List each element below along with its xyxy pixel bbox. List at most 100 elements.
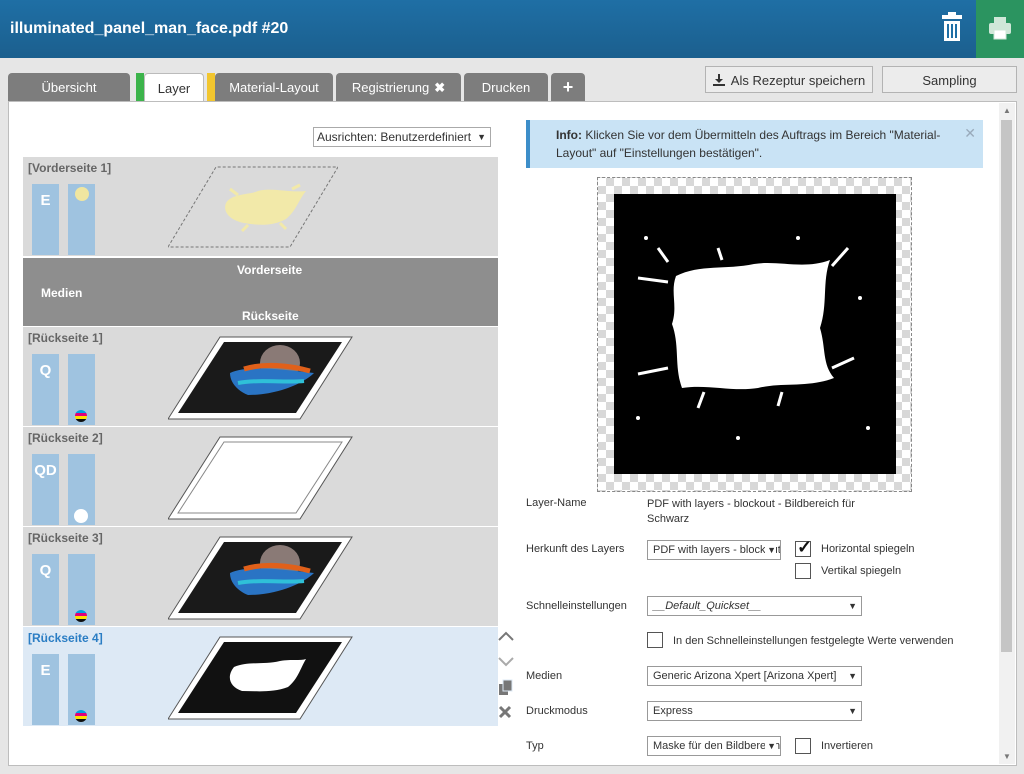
align-select[interactable]: Ausrichten: Benutzerdefiniert ▼	[313, 127, 491, 147]
ink-column	[68, 554, 95, 625]
download-icon	[712, 74, 725, 86]
print-mode-column: Q	[32, 554, 59, 625]
info-banner: Info: Klicken Sie vor dem Übermitteln de…	[526, 120, 983, 168]
media-back-label: Rückseite	[242, 309, 299, 323]
white-ink-dot-icon	[74, 509, 88, 523]
quickset-label: Schnelleinstellungen	[526, 600, 627, 612]
layer-row-front-1[interactable]: [Vorderseite 1] E	[23, 157, 498, 256]
layer-row-back-1[interactable]: [Rückseite 1] Q	[23, 327, 498, 426]
print-mode-column: E	[32, 184, 59, 255]
print-mode-label: Druckmodus	[526, 705, 588, 717]
close-icon[interactable]: ✖	[434, 80, 445, 95]
layer-row-back-2[interactable]: [Rückseite 2] QD	[23, 427, 498, 526]
layer-thumbnail	[168, 636, 353, 720]
layer-name-label: Layer-Name	[526, 497, 587, 509]
print-mode-code: QD	[34, 462, 57, 479]
layer-label: [Rückseite 1]	[28, 331, 103, 345]
info-title: Info:	[556, 128, 582, 142]
print-mode-code: Q	[39, 362, 52, 379]
layer-label: [Rückseite 2]	[28, 431, 103, 445]
mirror-vertical-label: Vertikal spiegeln	[821, 565, 902, 577]
print-mode-code: Q	[39, 562, 52, 579]
tab-print[interactable]: Drucken	[464, 73, 548, 102]
move-down-icon[interactable]	[497, 655, 517, 673]
print-mode-value: Express	[653, 705, 693, 717]
chevron-down-icon: ▼	[846, 667, 857, 685]
print-mode-code: E	[40, 192, 51, 209]
ink-column	[68, 354, 95, 425]
type-select[interactable]: Maske für den Bildbereich ▼	[647, 736, 781, 756]
layer-label: [Rückseite 4]	[28, 631, 103, 645]
printer-icon	[989, 17, 1011, 40]
print-mode-code: E	[40, 662, 51, 679]
media-separator: Vorderseite Medien Rückseite	[23, 258, 498, 326]
chevron-down-icon: ▼	[477, 132, 486, 142]
quickset-value: __Default_Quickset__	[653, 600, 762, 612]
save-recipe-label: Als Rezeptur speichern	[730, 73, 866, 88]
chevron-down-icon: ▼	[846, 597, 857, 615]
tab-registration-label: Registrierung	[351, 80, 430, 95]
app-header: illuminated_panel_man_face.pdf #20	[0, 0, 1024, 58]
mirror-horizontal-label: Horizontal spiegeln	[821, 543, 915, 555]
cmyk-icon	[75, 410, 87, 422]
tab-layer-color-marker	[136, 73, 144, 102]
media-front-label: Vorderseite	[237, 263, 303, 277]
tab-registration[interactable]: Registrierung ✖	[336, 73, 461, 102]
invert-label: Invertieren	[821, 740, 873, 752]
job-title: illuminated_panel_man_face.pdf #20	[10, 20, 289, 37]
ink-column	[68, 184, 95, 255]
use-quickset-checkbox[interactable]	[647, 632, 663, 648]
tab-material-layout[interactable]: Material-Layout	[215, 73, 333, 102]
vertical-scrollbar[interactable]: ▲ ▼	[999, 103, 1015, 764]
layer-label: [Rückseite 3]	[28, 531, 103, 545]
move-up-icon[interactable]	[497, 629, 517, 647]
close-icon[interactable]: ✕	[964, 124, 976, 142]
ink-column	[68, 454, 95, 525]
ink-column	[68, 654, 95, 725]
preview-image	[614, 194, 896, 474]
print-mode-column: E	[32, 654, 59, 725]
quickset-select[interactable]: __Default_Quickset__ ▼	[647, 596, 862, 616]
delete-layer-icon[interactable]	[497, 704, 517, 722]
type-label: Typ	[526, 740, 544, 752]
chevron-down-icon: ▼	[765, 737, 776, 755]
save-recipe-button[interactable]: Als Rezeptur speichern	[705, 66, 873, 93]
print-mode-column: QD	[32, 454, 59, 525]
tab-layer[interactable]: Layer	[144, 73, 204, 103]
layer-thumbnail	[168, 436, 353, 520]
layer-thumbnail	[168, 166, 338, 248]
tab-overview[interactable]: Übersicht	[8, 73, 130, 102]
media-label: Medien	[41, 286, 83, 300]
varnish-dot-icon	[75, 187, 89, 201]
print-button[interactable]	[976, 0, 1024, 58]
media-select[interactable]: Generic Arizona Xpert [Arizona Xpert] ▼	[647, 666, 862, 686]
tab-material-color-marker	[207, 73, 215, 102]
layer-name-value: PDF with layers - blockout - Bildbereich…	[647, 498, 855, 525]
duplicate-icon[interactable]	[497, 679, 517, 697]
mirror-horizontal-checkbox[interactable]	[795, 537, 812, 558]
use-quickset-label: In den Schnelleinstellungen festgelegte …	[673, 635, 954, 647]
layer-origin-select[interactable]: PDF with layers - blockout ▼	[647, 540, 781, 560]
align-select-value: Ausrichten: Benutzerdefiniert	[317, 130, 472, 144]
layer-label: [Vorderseite 1]	[28, 161, 112, 175]
chevron-down-icon: ▼	[765, 541, 776, 559]
cmyk-icon	[75, 710, 87, 722]
add-tab-button[interactable]: +	[551, 73, 585, 102]
trash-icon[interactable]	[936, 10, 968, 46]
layer-row-back-4[interactable]: [Rückseite 4] E	[23, 627, 514, 726]
layer-origin-label: Herkunft des Layers	[526, 543, 625, 555]
layer-row-back-3[interactable]: [Rückseite 3] Q	[23, 527, 498, 626]
media-field-label: Medien	[526, 670, 563, 682]
sampling-button[interactable]: Sampling	[882, 66, 1017, 93]
mirror-vertical-checkbox[interactable]	[795, 563, 811, 579]
scrollbar-thumb[interactable]	[1001, 120, 1012, 652]
print-mode-select[interactable]: Express ▼	[647, 701, 862, 721]
print-mode-column: Q	[32, 354, 59, 425]
layer-origin-value: PDF with layers - blockout	[653, 544, 781, 556]
layer-thumbnail	[168, 336, 353, 420]
invert-checkbox[interactable]	[795, 738, 811, 754]
layer-thumbnail	[168, 536, 353, 620]
scroll-up-icon[interactable]: ▲	[1003, 106, 1011, 115]
scroll-down-icon[interactable]: ▼	[1003, 752, 1011, 761]
chevron-down-icon: ▼	[846, 702, 857, 720]
